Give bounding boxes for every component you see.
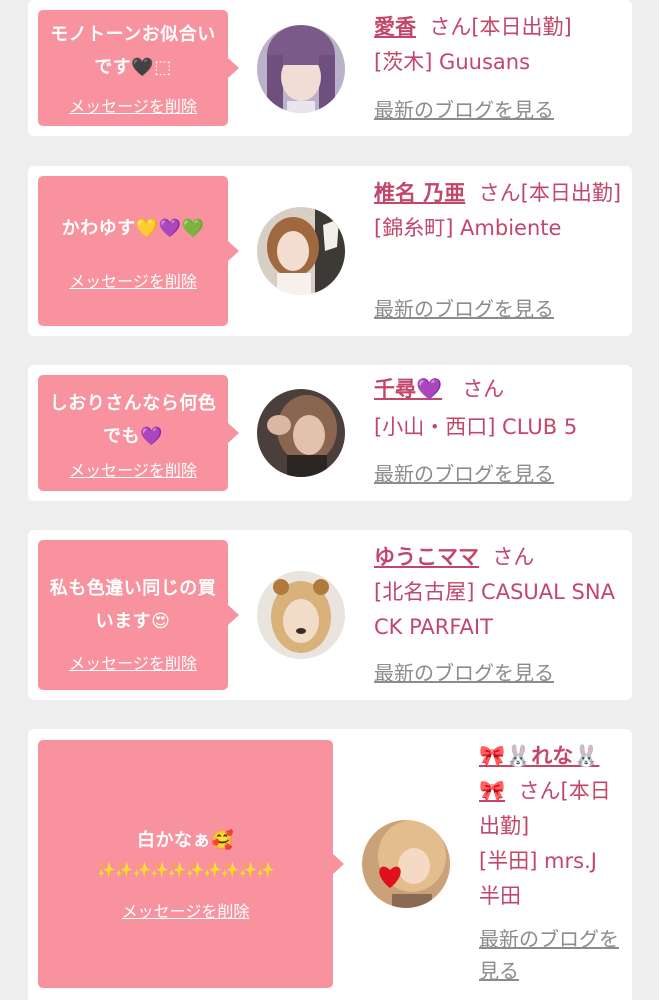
delete-message-link[interactable]: メッセージを削除	[38, 272, 228, 292]
girl-name-link[interactable]: 千尋💜	[374, 377, 442, 401]
latest-blog-link[interactable]: 最新のブログを見る	[374, 657, 554, 689]
avatar[interactable]	[257, 25, 345, 113]
avatar-photo	[362, 820, 450, 908]
latest-blog-link[interactable]: 最新のブログを見る	[374, 458, 554, 490]
girl-info: 椎名 乃亜 さん[本日出勤] [錦糸町] Ambiente	[374, 176, 626, 246]
message-text: 白かなぁ🥰	[137, 830, 234, 851]
status-text: さん[本日出勤]	[478, 181, 622, 205]
girl-name-link[interactable]: 愛香	[374, 15, 416, 39]
message-card: モノトーンお似合いです🖤⬚ メッセージを削除 愛香 さん[本日出勤] [茨木] …	[28, 0, 632, 136]
avatar[interactable]	[362, 820, 450, 908]
avatar-photo	[257, 207, 345, 295]
message-bubble: モノトーンお似合いです🖤⬚ メッセージを削除	[38, 10, 239, 126]
status-text: さん	[492, 545, 535, 569]
girl-info: ゆうこママ さん [北名古屋] CASUAL SNACK PARFAIT	[374, 540, 626, 645]
girl-info: 愛香 さん[本日出勤] [茨木] Guusans	[374, 10, 624, 80]
message-card: かわゆす💛💜💚 メッセージを削除 椎名 乃亜 さん[本日出勤] [錦糸町] Am…	[28, 166, 632, 336]
message-bubble: 私も色違い同じの買います😍 メッセージを削除	[38, 540, 239, 690]
shop-name: [北名古屋] CASUAL SNACK PARFAIT	[374, 580, 615, 639]
shop-name: [小山・西口] CLUB 5	[374, 415, 578, 439]
message-bubble: 白かなぁ🥰 ✨✨✨✨✨✨✨✨✨✨ メッセージを削除	[38, 740, 344, 988]
delete-message-link[interactable]: メッセージを削除	[38, 461, 228, 481]
girl-info: 千尋💜 さん [小山・西口] CLUB 5	[374, 372, 626, 445]
avatar-photo	[257, 25, 345, 113]
message-text: かわゆす💛💜💚	[61, 218, 205, 239]
message-bubble: かわゆす💛💜💚 メッセージを削除	[38, 176, 239, 326]
status-text: さん	[462, 377, 505, 401]
latest-blog-link[interactable]: 最新のブログを見る	[479, 923, 619, 987]
avatar[interactable]	[257, 571, 345, 659]
latest-blog-link[interactable]: 最新のブログを見る	[374, 94, 554, 126]
latest-blog-link[interactable]: 最新のブログを見る	[374, 293, 554, 325]
avatar-photo	[257, 389, 345, 477]
avatar[interactable]	[257, 389, 345, 477]
message-bubble: しおりさんなら何色でも💜 メッセージを削除	[38, 375, 239, 491]
shop-name: [半田] mrs.J 半田	[479, 849, 597, 908]
girl-name-link[interactable]: 椎名 乃亜	[374, 181, 465, 205]
message-text: しおりさんなら何色でも💜	[49, 393, 217, 447]
girl-info: 🎀🐰れな🐰🎀 さん[本日出勤] [半田] mrs.J 半田	[479, 739, 624, 914]
delete-message-link[interactable]: メッセージを削除	[38, 654, 228, 674]
delete-message-link[interactable]: メッセージを削除	[38, 902, 333, 922]
message-card: しおりさんなら何色でも💜 メッセージを削除 千尋💜 さん [小山・西口] CLU…	[28, 365, 632, 501]
message-text: 私も色違い同じの買います😍	[49, 578, 217, 632]
message-text: モノトーンお似合いです🖤⬚	[50, 24, 216, 78]
shop-name: [錦糸町] Ambiente	[374, 216, 562, 240]
message-card: 白かなぁ🥰 ✨✨✨✨✨✨✨✨✨✨ メッセージを削除 🎀🐰れな🐰🎀 さん[本日出勤…	[28, 729, 632, 1000]
message-card: 私も色違い同じの買います😍 メッセージを削除 ゆうこママ さん [北名古屋] C…	[28, 530, 632, 700]
shop-name: [茨木] Guusans	[374, 50, 531, 74]
message-text-sparkles: ✨✨✨✨✨✨✨✨✨✨	[97, 861, 275, 879]
girl-name-link[interactable]: ゆうこママ	[374, 545, 479, 569]
avatar-photo	[257, 571, 345, 659]
status-text: さん[本日出勤]	[429, 15, 572, 39]
avatar[interactable]	[257, 207, 345, 295]
delete-message-link[interactable]: メッセージを削除	[38, 97, 228, 117]
